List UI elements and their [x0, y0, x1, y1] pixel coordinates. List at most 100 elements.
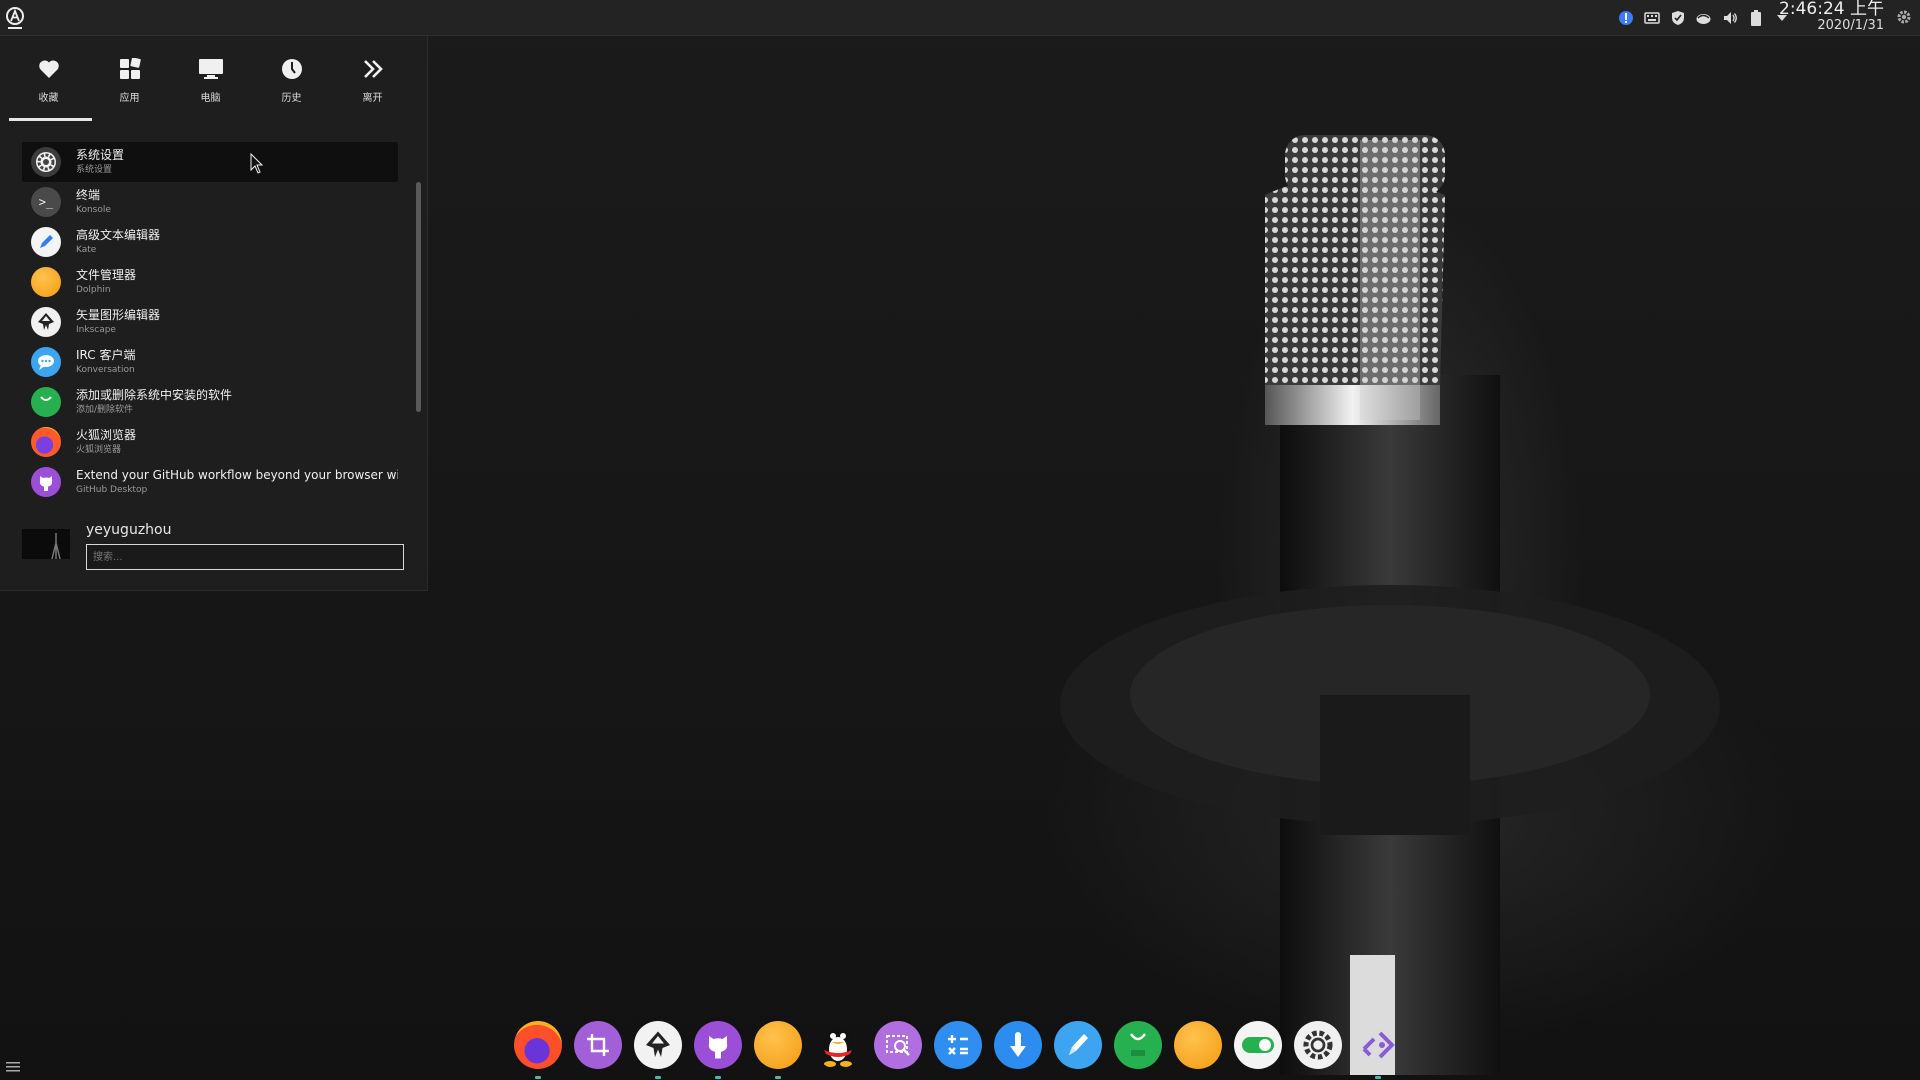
- dock-item-software[interactable]: [1114, 1021, 1162, 1069]
- panel-settings-icon[interactable]: [1896, 9, 1914, 27]
- item-subtitle: 系统设置: [76, 164, 113, 175]
- digital-clock[interactable]: 2:46:24 上午 2020/1/31: [1779, 1, 1884, 33]
- toggle-icon: [1242, 1037, 1274, 1053]
- penguin-icon: [824, 1026, 852, 1067]
- item-subtitle: Inkscape: [76, 324, 116, 335]
- item-title: 系统设置: [76, 148, 125, 162]
- screenshot-icon: [886, 1035, 910, 1056]
- dock-item-screenshot[interactable]: [874, 1021, 922, 1069]
- dock-item-vscode[interactable]: [1354, 1021, 1402, 1069]
- item-title: 文件管理器: [76, 268, 137, 282]
- dock-item-qq[interactable]: [814, 1021, 862, 1069]
- avatar[interactable]: [22, 529, 70, 559]
- item-subtitle: 火狐浏览器: [76, 444, 122, 455]
- gear-icon: [1303, 1030, 1333, 1060]
- double-chevron-right-icon: [360, 56, 386, 82]
- chat-icon: [31, 347, 61, 377]
- tab-favorites[interactable]: 收藏: [8, 50, 89, 120]
- application-launcher-menu: 收藏 应用 电脑 历史 离开 系统设置 系统设置 >_ 终端 Konsole 高…: [0, 36, 428, 591]
- crop-icon: [587, 1034, 609, 1056]
- dock: [514, 1021, 1402, 1079]
- calculator-icon: [948, 1035, 968, 1055]
- running-indicator: [775, 1076, 781, 1079]
- monitor-icon: [198, 56, 224, 82]
- favorites-list: 系统设置 系统设置 >_ 终端 Konsole 高级文本编辑器 Kate 文件管…: [22, 142, 398, 502]
- microphone-image: [1060, 135, 1720, 1075]
- network-icon[interactable]: [1695, 10, 1712, 27]
- clock-date: 2020/1/31: [1817, 18, 1884, 33]
- gear-icon: [31, 147, 61, 177]
- launcher-logo-icon: [6, 7, 24, 29]
- list-scrollbar[interactable]: [416, 182, 421, 412]
- dock-item-downloader[interactable]: [994, 1021, 1042, 1069]
- shield-icon[interactable]: [1669, 10, 1686, 27]
- running-indicator: [1375, 1076, 1381, 1079]
- dock-item-files[interactable]: [1174, 1021, 1222, 1069]
- github-icon: [31, 467, 61, 497]
- item-title: 添加或删除系统中安装的软件: [76, 388, 233, 402]
- running-indicator: [715, 1076, 721, 1079]
- software-icon: [31, 387, 61, 417]
- tab-history[interactable]: 历史: [251, 50, 332, 120]
- running-indicator: [535, 1076, 541, 1079]
- pen-icon: [1069, 1034, 1088, 1055]
- list-item-inkscape[interactable]: 矢量图形编辑器 Inkscape: [22, 302, 398, 342]
- battery-icon[interactable]: [1747, 10, 1764, 27]
- menu-lines-icon[interactable]: [6, 1058, 20, 1072]
- list-item-dolphin[interactable]: 文件管理器 Dolphin: [22, 262, 398, 302]
- dock-item-github[interactable]: [694, 1021, 742, 1069]
- list-item-konversation[interactable]: IRC 客户端 Konversation: [22, 342, 398, 382]
- tab-label: 历史: [281, 93, 302, 104]
- inkscape-icon: [31, 307, 61, 337]
- code-icon: [1362, 1031, 1395, 1059]
- list-item-firefox[interactable]: 火狐浏览器 火狐浏览器: [22, 422, 398, 462]
- keyboard-icon[interactable]: [1643, 10, 1660, 27]
- top-panel: 2:46:24 上午 2020/1/31: [0, 0, 1920, 36]
- system-tray: [1617, 0, 1790, 36]
- running-indicator: [655, 1076, 661, 1079]
- terminal-icon: >_: [31, 187, 61, 217]
- item-title: IRC 客户端: [76, 348, 136, 362]
- list-item-software-center[interactable]: 添加或删除系统中安装的软件 添加/删除软件: [22, 382, 398, 422]
- tab-leave[interactable]: 离开: [332, 50, 413, 120]
- user-area: yeyuguzhou: [22, 521, 412, 581]
- launcher-tabs: 收藏 应用 电脑 历史 离开: [8, 50, 413, 120]
- volume-icon[interactable]: [1721, 10, 1738, 27]
- item-title: Extend your GitHub workflow beyond your …: [76, 468, 398, 482]
- item-title: 火狐浏览器: [76, 428, 137, 442]
- list-item-kate[interactable]: 高级文本编辑器 Kate: [22, 222, 398, 262]
- active-tab-indicator: [9, 118, 92, 121]
- item-subtitle: Konsole: [76, 204, 111, 215]
- dock-item-calculator[interactable]: [934, 1021, 982, 1069]
- folder-icon: [31, 267, 61, 297]
- list-item-terminal[interactable]: >_ 终端 Konsole: [22, 182, 398, 222]
- mouse-cursor-icon: [250, 153, 264, 174]
- info-icon[interactable]: [1617, 10, 1634, 27]
- dock-item-crop[interactable]: [574, 1021, 622, 1069]
- item-title: 高级文本编辑器: [76, 228, 161, 242]
- dock-item-firefox[interactable]: [514, 1021, 562, 1069]
- heart-icon: [36, 56, 62, 82]
- item-subtitle: Konversation: [76, 364, 135, 375]
- item-subtitle: GitHub Desktop: [76, 484, 148, 495]
- dock-item-kate[interactable]: [1054, 1021, 1102, 1069]
- dock-item-toggle[interactable]: [1234, 1021, 1282, 1069]
- item-title: 终端: [76, 188, 101, 202]
- list-item-github-desktop[interactable]: Extend your GitHub workflow beyond your …: [22, 462, 398, 502]
- inkscape-icon: [646, 1031, 670, 1057]
- dock-item-dolphin[interactable]: [754, 1021, 802, 1069]
- clock-icon: [279, 56, 305, 82]
- tab-computer[interactable]: 电脑: [170, 50, 251, 120]
- list-item-system-settings[interactable]: 系统设置 系统设置: [22, 142, 398, 182]
- search-input[interactable]: [86, 544, 404, 570]
- item-title: 矢量图形编辑器: [76, 308, 161, 322]
- application-launcher-button[interactable]: [2, 4, 28, 32]
- username: yeyuguzhou: [86, 522, 172, 538]
- firefox-icon: [31, 427, 61, 457]
- dock-item-settings[interactable]: [1294, 1021, 1342, 1069]
- dock-item-inkscape[interactable]: [634, 1021, 682, 1069]
- pen-icon: [31, 227, 61, 257]
- item-subtitle: Dolphin: [76, 284, 111, 295]
- tab-label: 应用: [119, 93, 140, 104]
- tab-applications[interactable]: 应用: [89, 50, 170, 120]
